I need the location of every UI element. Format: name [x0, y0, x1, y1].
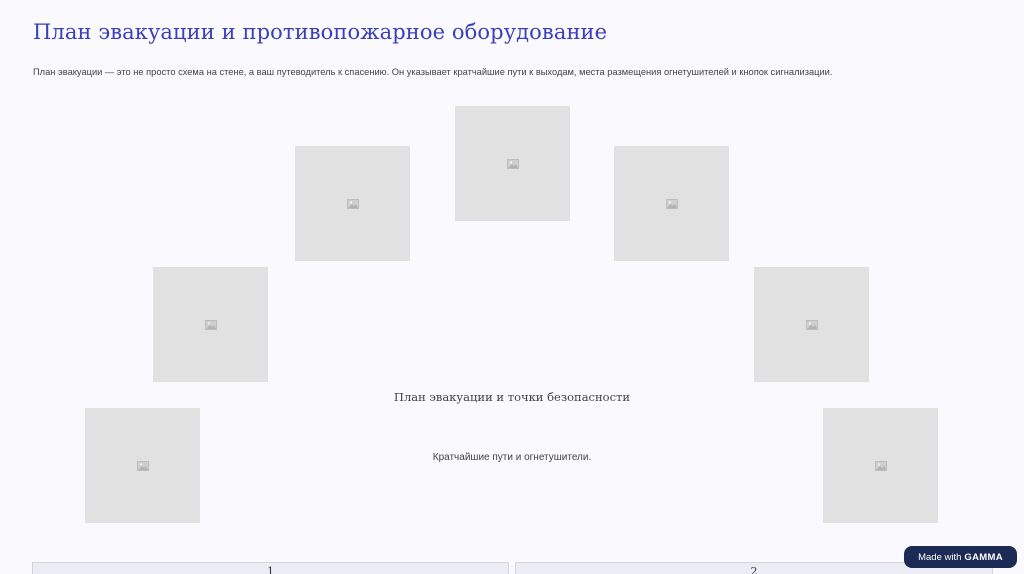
gamma-logo: GAMMA [964, 551, 1003, 563]
image-placeholder [85, 408, 200, 523]
section-subtitle: Кратчайшие пути и огнетушители. [432, 452, 592, 463]
made-with-gamma-badge[interactable]: Made with GAMMA [904, 546, 1017, 568]
step-card-number: 1 [267, 565, 274, 574]
image-placeholder-icon [506, 158, 519, 169]
image-placeholder [295, 146, 410, 261]
image-placeholder-icon [346, 198, 359, 209]
page-title: План эвакуации и противопожарное оборудо… [33, 20, 608, 44]
image-placeholder [153, 267, 268, 382]
image-placeholder-icon [204, 319, 217, 330]
image-placeholder-icon [665, 198, 678, 209]
image-placeholder-icon [805, 319, 818, 330]
intro-text: План эвакуации — это не просто схема на … [33, 67, 833, 77]
image-placeholder [614, 146, 729, 261]
image-placeholder [455, 106, 570, 221]
image-placeholder [823, 408, 938, 523]
badge-prefix: Made with [918, 551, 962, 563]
image-placeholder [754, 267, 869, 382]
step-card-number: 2 [750, 565, 758, 574]
step-card-1: 1 [32, 562, 509, 574]
section-title: План эвакуации и точки безопасности [393, 390, 631, 404]
